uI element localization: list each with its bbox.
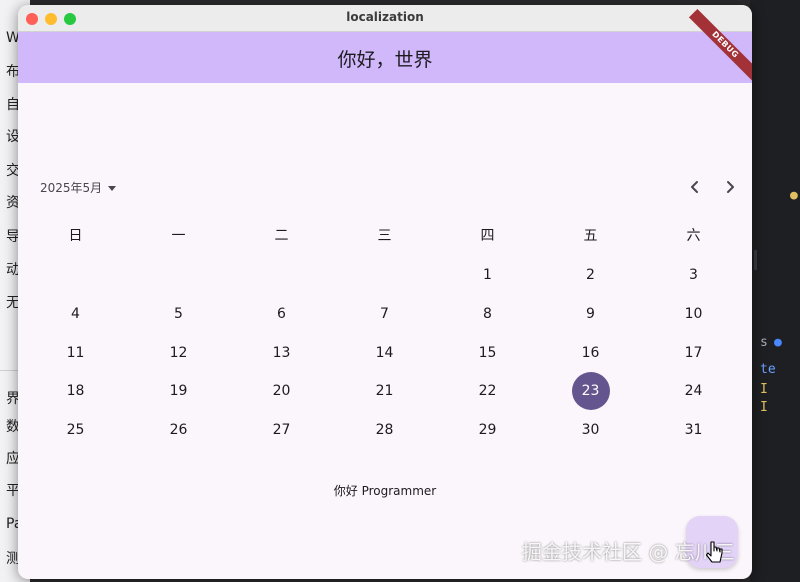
- calendar-day[interactable]: 7: [333, 299, 436, 329]
- chevron-left-icon: [691, 181, 698, 193]
- month-label: 2025年5月: [40, 181, 103, 195]
- weekday-header-row: 日一二三四五六: [24, 221, 746, 251]
- weekday-label: 四: [480, 228, 495, 244]
- calendar-day[interactable]: 12: [127, 338, 230, 368]
- weekday-label: 二: [274, 228, 289, 244]
- day-number: 17: [684, 345, 703, 361]
- calendar-day[interactable]: 23: [539, 372, 642, 410]
- day-number: 19: [169, 383, 188, 399]
- previous-month-button[interactable]: [685, 177, 705, 197]
- calendar-day[interactable]: 2: [539, 260, 642, 290]
- day-number: 21: [375, 383, 394, 399]
- calendar-day[interactable]: 8: [436, 299, 539, 329]
- calendar-day[interactable]: 16: [539, 338, 642, 368]
- day-number: 3: [689, 267, 698, 283]
- day-number: 5: [174, 306, 183, 322]
- day-number: 1: [483, 267, 492, 283]
- dropdown-arrow-icon: [108, 186, 117, 191]
- day-number: 18: [66, 383, 85, 399]
- calendar-day[interactable]: 17: [642, 338, 745, 368]
- calendar-day[interactable]: 4: [24, 299, 127, 329]
- calendar-week-row: 18 19 20 21 22 23 24: [24, 372, 746, 410]
- day-number: 11: [66, 345, 85, 361]
- day-number: 2: [586, 267, 595, 283]
- app-bar-title: 你好，世界: [337, 49, 433, 71]
- day-number: 9: [586, 306, 595, 322]
- day-number: 30: [581, 422, 600, 438]
- day-number: 6: [277, 306, 286, 322]
- calendar-empty-cell: [24, 260, 127, 290]
- pointer-cursor-icon: [705, 541, 723, 563]
- day-number: 26: [169, 422, 188, 438]
- calendar-day[interactable]: 10: [642, 299, 745, 329]
- calendar-day[interactable]: 30: [539, 415, 642, 445]
- window-titlebar[interactable]: localization: [18, 5, 752, 32]
- calendar-week-row: 4 5 6 7 8 9 10: [24, 299, 746, 329]
- day-number: 14: [375, 345, 394, 361]
- chevron-right-icon: [727, 181, 734, 193]
- calendar-week-row: 1 2 3: [24, 260, 746, 290]
- background-code-editor: s ● te I I ●: [750, 0, 800, 582]
- app-bar: 你好，世界: [18, 32, 752, 83]
- app-window: localization 你好，世界 DEBUG 2025年5月 日一二三四五六…: [18, 5, 752, 579]
- calendar-day[interactable]: 21: [333, 376, 436, 406]
- day-number: 31: [684, 422, 703, 438]
- day-number: 13: [272, 345, 291, 361]
- calendar-day[interactable]: 6: [230, 299, 333, 329]
- day-number: 4: [71, 306, 80, 322]
- calendar-day[interactable]: 5: [127, 299, 230, 329]
- calendar-day[interactable]: 19: [127, 376, 230, 406]
- calendar-day[interactable]: 1: [436, 260, 539, 290]
- month-year-picker-button[interactable]: 2025年5月: [40, 179, 117, 196]
- calendar-day[interactable]: 24: [642, 376, 745, 406]
- calendar-day[interactable]: 9: [539, 299, 642, 329]
- day-number: 12: [169, 345, 188, 361]
- calendar-week-row: 25 26 27 28 29 30 31: [24, 415, 746, 445]
- day-number: 25: [66, 422, 85, 438]
- weekday-label: 六: [686, 228, 701, 244]
- day-number: 27: [272, 422, 291, 438]
- day-number: 24: [684, 383, 703, 399]
- greeting-text: 你好 Programmer: [333, 484, 437, 498]
- day-number: 28: [375, 422, 394, 438]
- calendar-day[interactable]: 13: [230, 338, 333, 368]
- window-title: localization: [346, 10, 424, 24]
- calendar-day[interactable]: 25: [24, 415, 127, 445]
- calendar-day[interactable]: 14: [333, 338, 436, 368]
- calendar-day[interactable]: 28: [333, 415, 436, 445]
- calendar-day[interactable]: 18: [24, 376, 127, 406]
- weekday-label: 五: [583, 228, 598, 244]
- calendar-day[interactable]: 29: [436, 415, 539, 445]
- day-number: 16: [581, 345, 600, 361]
- calendar-empty-cell: [127, 260, 230, 290]
- calendar-day[interactable]: 20: [230, 376, 333, 406]
- calendar-day[interactable]: 22: [436, 376, 539, 406]
- calendar-day[interactable]: 15: [436, 338, 539, 368]
- calendar-empty-cell: [333, 260, 436, 290]
- day-number: 22: [478, 383, 497, 399]
- day-number: 15: [478, 345, 497, 361]
- weekday-label: 三: [377, 228, 392, 244]
- weekday-label: 日: [68, 228, 83, 244]
- weekday-label: 一: [171, 228, 186, 244]
- calendar-week-row: 11 12 13 14 15 16 17: [24, 338, 746, 368]
- day-number: 29: [478, 422, 497, 438]
- calendar-day[interactable]: 3: [642, 260, 745, 290]
- selected-day-number: 23: [581, 383, 600, 399]
- watermark-text: 掘金技术社区 @ 忘川三: [522, 540, 735, 564]
- day-number: 20: [272, 383, 291, 399]
- next-month-button[interactable]: [720, 177, 740, 197]
- calendar-day[interactable]: 11: [24, 338, 127, 368]
- day-number: 10: [684, 306, 703, 322]
- day-number: 7: [380, 306, 389, 322]
- day-number: 8: [483, 306, 492, 322]
- calendar-empty-cell: [230, 260, 333, 290]
- calendar-day[interactable]: 26: [127, 415, 230, 445]
- calendar-day[interactable]: 31: [642, 415, 745, 445]
- calendar-day[interactable]: 27: [230, 415, 333, 445]
